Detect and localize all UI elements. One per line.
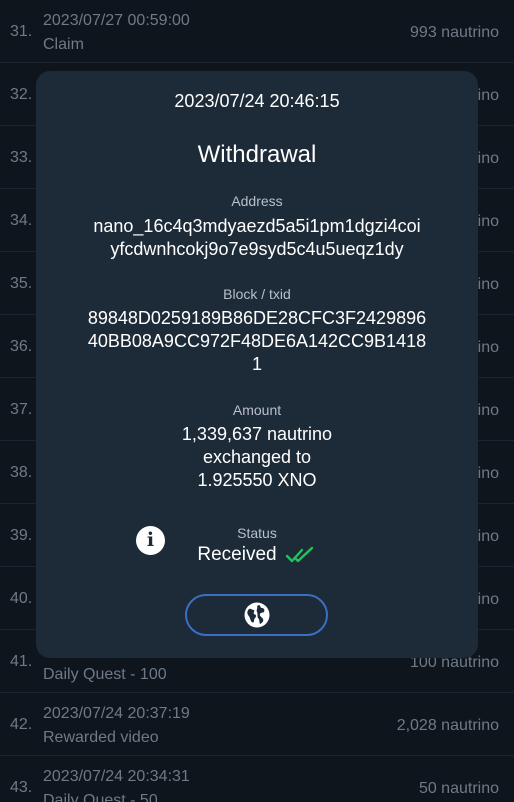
row-amount: ino xyxy=(477,591,499,608)
row-date: 2023/07/24 20:34:31 xyxy=(43,768,190,785)
withdrawal-dialog: 2023/07/24 20:46:15 Withdrawal Address n… xyxy=(36,71,478,658)
block-explorer-button[interactable] xyxy=(185,594,328,636)
row-number: 37. xyxy=(10,401,33,418)
row-number: 42. xyxy=(10,716,33,733)
row-description: Rewarded video xyxy=(43,729,159,746)
block-line-3: 1 xyxy=(251,354,262,374)
status-row: Received xyxy=(36,544,478,566)
amount-value: 1,339,637 nautrino exchanged to 1.925550… xyxy=(56,423,458,492)
row-number: 32. xyxy=(10,86,33,103)
address-line-1: nano_16c4q3mdyaezd5a5i1pm1dgzi4coi xyxy=(93,216,421,236)
row-number: 34. xyxy=(10,212,33,229)
row-description: Daily Quest - 100 xyxy=(43,666,167,683)
list-item[interactable]: 43. 2023/07/24 20:34:31 Daily Quest - 50… xyxy=(0,756,514,802)
row-amount: ino xyxy=(477,465,499,482)
block-txid-value[interactable]: 89848D0259189B86DE28CFC3F2429896 40BB08A… xyxy=(56,307,458,376)
row-amount: ino xyxy=(477,528,499,545)
block-label: Block / txid xyxy=(223,286,291,302)
row-amount: ino xyxy=(477,213,499,230)
row-amount: ino xyxy=(477,87,499,104)
row-number: 35. xyxy=(10,275,33,292)
withdrawal-date: 2023/07/24 20:46:15 xyxy=(174,91,340,111)
row-amount: ino xyxy=(477,339,499,356)
status-label: Status xyxy=(237,525,277,541)
row-date: 2023/07/27 00:59:00 xyxy=(43,12,190,29)
block-line-1: 89848D0259189B86DE28CFC3F2429896 xyxy=(87,308,427,328)
row-number: 39. xyxy=(10,527,33,544)
list-item[interactable]: 42. 2023/07/24 20:37:19 Rewarded video 2… xyxy=(0,693,514,756)
row-number: 40. xyxy=(10,590,33,607)
row-number: 41. xyxy=(10,653,33,670)
list-item[interactable]: 31. 2023/07/27 00:59:00 Claim 993 nautri… xyxy=(0,0,514,63)
row-number: 43. xyxy=(10,779,33,796)
row-description: Daily Quest - 50 xyxy=(43,792,158,802)
row-amount: 2,028 nautrino xyxy=(396,717,499,734)
row-number: 38. xyxy=(10,464,33,481)
status-value: Received xyxy=(197,544,277,565)
double-check-icon xyxy=(285,546,313,563)
address-value[interactable]: nano_16c4q3mdyaezd5a5i1pm1dgzi4coi yfcdw… xyxy=(56,215,458,261)
dialog-title: Withdrawal xyxy=(197,141,317,168)
row-amount: 50 nautrino xyxy=(418,780,499,797)
row-description: Claim xyxy=(43,36,84,53)
row-amount: ino xyxy=(477,150,499,167)
address-label: Address xyxy=(231,193,283,209)
row-amount: 993 nautrino xyxy=(410,24,499,41)
row-amount: ino xyxy=(477,402,499,419)
row-number: 33. xyxy=(10,149,33,166)
amount-line-3: 1.925550 XNO xyxy=(197,470,317,490)
block-line-2: 40BB08A9CC972F48DE6A142CC9B1418 xyxy=(87,331,427,351)
row-amount: ino xyxy=(477,276,499,293)
amount-line-1: 1,339,637 nautrino xyxy=(181,424,333,444)
row-date: 2023/07/24 20:37:19 xyxy=(43,705,190,722)
address-line-2: yfcdwnhcokj9o7e9syd5c4u5ueqz1dy xyxy=(110,239,404,259)
globe-icon xyxy=(244,602,269,628)
row-number: 31. xyxy=(10,23,33,40)
amount-label: Amount xyxy=(232,402,282,418)
amount-line-2: exchanged to xyxy=(202,447,312,467)
row-number: 36. xyxy=(10,338,33,355)
